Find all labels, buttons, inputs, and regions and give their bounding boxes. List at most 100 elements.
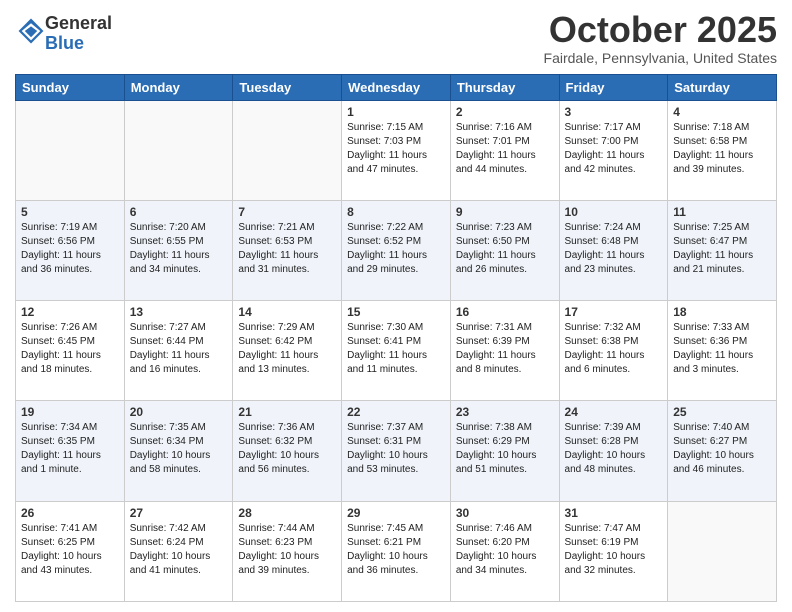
calendar-cell: [233, 100, 342, 200]
day-content: Sunrise: 7:33 AM Sunset: 6:36 PM Dayligh…: [673, 321, 771, 377]
calendar-cell: 1Sunrise: 7:15 AM Sunset: 7:03 PM Daylig…: [342, 100, 451, 200]
calendar-cell: [16, 100, 125, 200]
calendar-cell: 3 Sunrise: 7:17 AM Sunset: 7:00 PM Daylig…: [559, 100, 668, 200]
calendar: SundayMondayTuesdayWednesdayThursdayFrid…: [15, 74, 777, 602]
day-content: Sunrise: 7:47 AM Sunset: 6:19 PM Dayligh…: [565, 522, 663, 578]
day-number: 25: [673, 405, 771, 419]
day-content: Sunrise: 7:25 AM Sunset: 6:47 PM Dayligh…: [673, 221, 771, 277]
day-number: 6: [130, 205, 228, 219]
calendar-cell: 29Sunrise: 7:45 AM Sunset: 6:21 PM Dayli…: [342, 501, 451, 601]
day-content: Sunrise: 7:24 AM Sunset: 6:48 PM Dayligh…: [565, 221, 663, 277]
calendar-cell: 19 Sunrise: 7:34 AM Sunset: 6:35 PM Dayli…: [16, 401, 125, 501]
day-content: Sunrise: 7:27 AM Sunset: 6:44 PM Dayligh…: [130, 321, 228, 377]
calendar-cell: 12Sunrise: 7:26 AM Sunset: 6:45 PM Dayli…: [16, 301, 125, 401]
calendar-cell: 28 Sunrise: 7:44 AM Sunset: 6:23 PM Dayli…: [233, 501, 342, 601]
day-number: 30: [456, 506, 554, 520]
day-number: 15: [347, 305, 445, 319]
title-area: October 2025 Fairdale, Pennsylvania, Uni…: [544, 10, 777, 66]
calendar-cell: 17Sunrise: 7:32 AM Sunset: 6:38 PM Dayli…: [559, 301, 668, 401]
day-content: Sunrise: 7:22 AM Sunset: 6:52 PM Dayligh…: [347, 221, 445, 277]
calendar-cell: 16Sunrise: 7:31 AM Sunset: 6:39 PM Dayli…: [450, 301, 559, 401]
header: General Blue October 2025 Fairdale, Penn…: [15, 10, 777, 66]
day-content: Sunrise: 7:38 AM Sunset: 6:29 PM Dayligh…: [456, 421, 554, 477]
week-row-5: 26 Sunrise: 7:41 AM Sunset: 6:25 PM Dayli…: [16, 501, 777, 601]
calendar-cell: 8 Sunrise: 7:22 AM Sunset: 6:52 PM Daylig…: [342, 200, 451, 300]
day-content: Sunrise: 7:45 AM Sunset: 6:21 PM Dayligh…: [347, 522, 445, 578]
calendar-cell: 15 Sunrise: 7:30 AM Sunset: 6:41 PM Dayli…: [342, 301, 451, 401]
header-row: SundayMondayTuesdayWednesdayThursdayFrid…: [16, 74, 777, 100]
day-content: Sunrise: 7:30 AM Sunset: 6:41 PM Dayligh…: [347, 321, 445, 377]
calendar-cell: 13 Sunrise: 7:27 AM Sunset: 6:44 PM Dayli…: [124, 301, 233, 401]
day-content: Sunrise: 7:40 AM Sunset: 6:27 PM Dayligh…: [673, 421, 771, 477]
day-content: Sunrise: 7:41 AM Sunset: 6:25 PM Dayligh…: [21, 522, 119, 578]
day-number: 14: [238, 305, 336, 319]
logo-general-text: General: [45, 13, 112, 33]
week-row-4: 19 Sunrise: 7:34 AM Sunset: 6:35 PM Dayli…: [16, 401, 777, 501]
day-number: 9: [456, 205, 554, 219]
calendar-cell: 5 Sunrise: 7:19 AM Sunset: 6:56 PM Daylig…: [16, 200, 125, 300]
day-content: Sunrise: 7:34 AM Sunset: 6:35 PM Dayligh…: [21, 421, 119, 477]
calendar-cell: 20 Sunrise: 7:35 AM Sunset: 6:34 PM Dayli…: [124, 401, 233, 501]
day-content: Sunrise: 7:35 AM Sunset: 6:34 PM Dayligh…: [130, 421, 228, 477]
day-number: 22: [347, 405, 445, 419]
calendar-cell: 6 Sunrise: 7:20 AM Sunset: 6:55 PM Daylig…: [124, 200, 233, 300]
day-number: 2: [456, 105, 554, 119]
day-content: Sunrise: 7:17 AM Sunset: 7:00 PM Dayligh…: [565, 121, 663, 177]
day-number: 21: [238, 405, 336, 419]
day-number: 3: [565, 105, 663, 119]
day-content: Sunrise: 7:23 AM Sunset: 6:50 PM Dayligh…: [456, 221, 554, 277]
day-header-wednesday: Wednesday: [342, 74, 451, 100]
day-content: Sunrise: 7:39 AM Sunset: 6:28 PM Dayligh…: [565, 421, 663, 477]
calendar-cell: 26 Sunrise: 7:41 AM Sunset: 6:25 PM Dayli…: [16, 501, 125, 601]
day-number: 1: [347, 105, 445, 119]
logo: General Blue: [15, 14, 112, 54]
day-number: 20: [130, 405, 228, 419]
calendar-cell: 27Sunrise: 7:42 AM Sunset: 6:24 PM Dayli…: [124, 501, 233, 601]
day-content: Sunrise: 7:19 AM Sunset: 6:56 PM Dayligh…: [21, 221, 119, 277]
day-number: 31: [565, 506, 663, 520]
week-row-2: 5 Sunrise: 7:19 AM Sunset: 6:56 PM Daylig…: [16, 200, 777, 300]
day-content: Sunrise: 7:21 AM Sunset: 6:53 PM Dayligh…: [238, 221, 336, 277]
day-header-saturday: Saturday: [668, 74, 777, 100]
day-content: Sunrise: 7:29 AM Sunset: 6:42 PM Dayligh…: [238, 321, 336, 377]
day-number: 4: [673, 105, 771, 119]
week-row-3: 12Sunrise: 7:26 AM Sunset: 6:45 PM Dayli…: [16, 301, 777, 401]
calendar-cell: 30Sunrise: 7:46 AM Sunset: 6:20 PM Dayli…: [450, 501, 559, 601]
day-number: 5: [21, 205, 119, 219]
day-number: 8: [347, 205, 445, 219]
day-content: Sunrise: 7:37 AM Sunset: 6:31 PM Dayligh…: [347, 421, 445, 477]
day-content: Sunrise: 7:20 AM Sunset: 6:55 PM Dayligh…: [130, 221, 228, 277]
day-content: Sunrise: 7:16 AM Sunset: 7:01 PM Dayligh…: [456, 121, 554, 177]
day-number: 28: [238, 506, 336, 520]
day-header-thursday: Thursday: [450, 74, 559, 100]
month-title: October 2025: [544, 10, 777, 50]
calendar-cell: 31 Sunrise: 7:47 AM Sunset: 6:19 PM Dayli…: [559, 501, 668, 601]
day-header-sunday: Sunday: [16, 74, 125, 100]
calendar-cell: 14 Sunrise: 7:29 AM Sunset: 6:42 PM Dayli…: [233, 301, 342, 401]
calendar-cell: 11Sunrise: 7:25 AM Sunset: 6:47 PM Dayli…: [668, 200, 777, 300]
day-content: Sunrise: 7:44 AM Sunset: 6:23 PM Dayligh…: [238, 522, 336, 578]
day-number: 13: [130, 305, 228, 319]
day-content: Sunrise: 7:36 AM Sunset: 6:32 PM Dayligh…: [238, 421, 336, 477]
calendar-cell: 18 Sunrise: 7:33 AM Sunset: 6:36 PM Dayli…: [668, 301, 777, 401]
day-header-monday: Monday: [124, 74, 233, 100]
location: Fairdale, Pennsylvania, United States: [544, 50, 777, 66]
day-number: 26: [21, 506, 119, 520]
day-header-tuesday: Tuesday: [233, 74, 342, 100]
calendar-cell: 21 Sunrise: 7:36 AM Sunset: 6:32 PM Dayli…: [233, 401, 342, 501]
calendar-cell: 7Sunrise: 7:21 AM Sunset: 6:53 PM Daylig…: [233, 200, 342, 300]
day-content: Sunrise: 7:26 AM Sunset: 6:45 PM Dayligh…: [21, 321, 119, 377]
day-header-friday: Friday: [559, 74, 668, 100]
calendar-cell: 2 Sunrise: 7:16 AM Sunset: 7:01 PM Daylig…: [450, 100, 559, 200]
day-number: 16: [456, 305, 554, 319]
day-number: 23: [456, 405, 554, 419]
day-content: Sunrise: 7:18 AM Sunset: 6:58 PM Dayligh…: [673, 121, 771, 177]
day-number: 18: [673, 305, 771, 319]
generalblue-icon: [17, 17, 45, 45]
calendar-cell: 22 Sunrise: 7:37 AM Sunset: 6:31 PM Dayli…: [342, 401, 451, 501]
calendar-cell: 24Sunrise: 7:39 AM Sunset: 6:28 PM Dayli…: [559, 401, 668, 501]
calendar-cell: [124, 100, 233, 200]
day-number: 17: [565, 305, 663, 319]
day-number: 19: [21, 405, 119, 419]
day-content: Sunrise: 7:42 AM Sunset: 6:24 PM Dayligh…: [130, 522, 228, 578]
